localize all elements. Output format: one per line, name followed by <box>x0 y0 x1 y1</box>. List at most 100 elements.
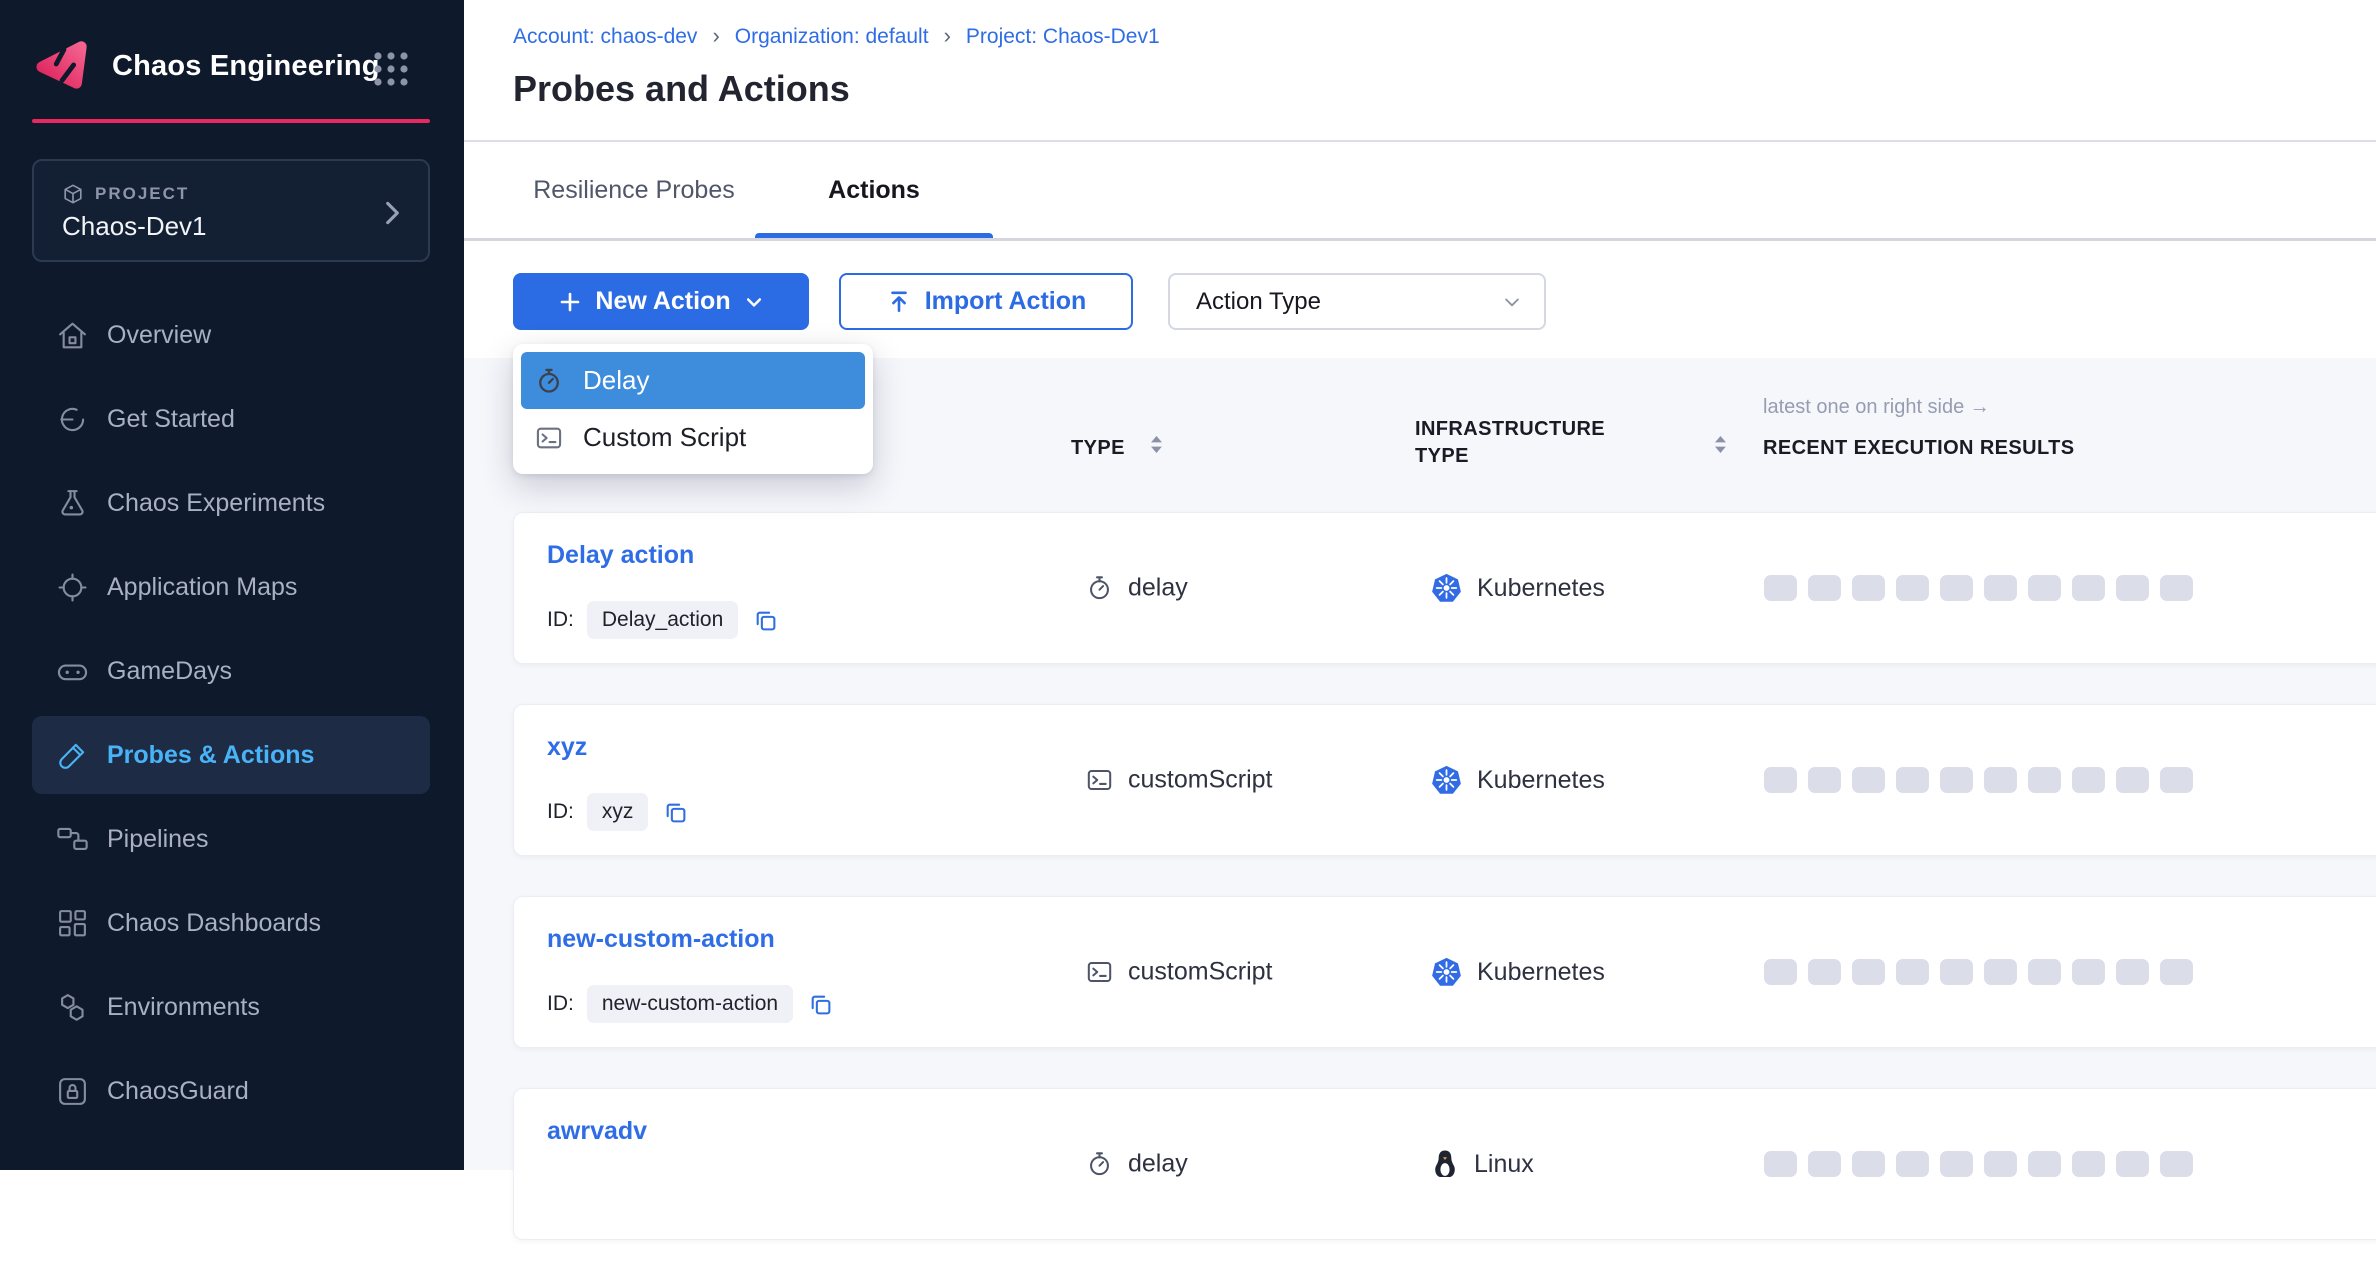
infrastructure-value: Kubernetes <box>1477 766 1605 795</box>
tab-resilience-probes[interactable]: Resilience Probes <box>513 142 755 239</box>
action-id-row: ID: Delay_action <box>547 601 778 639</box>
app-switcher-grid-icon[interactable] <box>372 50 410 88</box>
table-row: new-custom-action ID: new-custom-action … <box>513 896 2376 1048</box>
infrastructure-cell: Kubernetes <box>1431 573 1605 603</box>
execution-result-placeholder <box>1940 959 1973 985</box>
breadcrumb-project-link[interactable]: Project: Chaos-Dev1 <box>966 25 1160 49</box>
sidebar-item-label: Probes & Actions <box>107 741 314 770</box>
execution-result-placeholder <box>1852 767 1885 793</box>
tab-actions[interactable]: Actions <box>755 142 993 239</box>
action-id-value: xyz <box>587 793 649 831</box>
execution-result-placeholder <box>1808 767 1841 793</box>
stopwatch-icon <box>1086 1151 1113 1178</box>
hexagons-icon <box>56 991 89 1024</box>
infrastructure-value: Kubernetes <box>1477 574 1605 603</box>
kubernetes-icon <box>1431 765 1462 795</box>
id-label: ID: <box>547 992 574 1016</box>
execution-result-placeholder <box>1808 1151 1841 1177</box>
breadcrumb-organization-link[interactable]: Organization: default <box>735 25 929 49</box>
sidebar-item-chaosguard[interactable]: ChaosGuard <box>32 1052 430 1130</box>
execution-result-placeholder <box>2116 1151 2149 1177</box>
sidebar-item-label: ChaosGuard <box>107 1077 249 1106</box>
target-icon <box>56 571 89 604</box>
execution-result-placeholder <box>2028 767 2061 793</box>
action-name-link[interactable]: new-custom-action <box>547 925 775 954</box>
type-value: customScript <box>1128 958 1272 987</box>
copy-icon[interactable] <box>753 608 778 633</box>
sidebar: Chaos Engineering PROJECT Chaos-Dev1 Ove… <box>0 0 464 1170</box>
action-id-row: ID: new-custom-action <box>547 985 833 1023</box>
execution-result-placeholder <box>1940 1151 1973 1177</box>
execution-result-placeholder <box>2160 575 2193 601</box>
table-row: Delay action ID: Delay_action delay <box>513 512 2376 664</box>
project-selector[interactable]: PROJECT Chaos-Dev1 <box>32 159 430 262</box>
chaos-engineering-logo-icon[interactable] <box>34 34 92 94</box>
type-cell: delay <box>1086 574 1188 603</box>
pipeline-icon <box>56 823 89 856</box>
main-content: Account: chaos-dev › Organization: defau… <box>464 0 2376 1170</box>
stopwatch-icon <box>535 367 563 395</box>
stopwatch-icon <box>1086 575 1113 602</box>
execution-result-placeholder <box>2160 767 2193 793</box>
sidebar-item-label: Pipelines <box>107 825 208 854</box>
infrastructure-value: Linux <box>1474 1150 1534 1179</box>
execution-result-placeholder <box>1940 767 1973 793</box>
sidebar-item-label: Overview <box>107 321 211 350</box>
execution-result-placeholder <box>1764 959 1797 985</box>
sidebar-item-label: Chaos Experiments <box>107 489 325 518</box>
recent-execution-results <box>1764 959 2193 985</box>
execution-result-placeholder <box>2072 575 2105 601</box>
sidebar-item-probes-and-actions[interactable]: Probes & Actions <box>32 716 430 794</box>
sidebar-item-environments[interactable]: Environments <box>32 968 430 1046</box>
breadcrumb-separator: › <box>712 23 719 49</box>
cube-icon <box>62 183 84 205</box>
type-cell: customScript <box>1086 958 1272 987</box>
project-name: Chaos-Dev1 <box>62 211 207 242</box>
type-value: delay <box>1128 574 1188 603</box>
import-action-label: Import Action <box>925 287 1087 316</box>
execution-result-placeholder <box>1764 575 1797 601</box>
action-name-link[interactable]: awrvadv <box>547 1117 647 1146</box>
execution-result-placeholder <box>1984 575 2017 601</box>
execution-result-placeholder <box>1764 1151 1797 1177</box>
gamepad-icon <box>56 655 89 688</box>
copy-icon[interactable] <box>808 992 833 1017</box>
execution-result-placeholder <box>2072 767 2105 793</box>
tab-bar: Resilience Probes Actions <box>513 142 993 239</box>
kubernetes-icon <box>1431 573 1462 603</box>
sidebar-item-gamedays[interactable]: GameDays <box>32 632 430 710</box>
type-value: delay <box>1128 1150 1188 1179</box>
action-name-link[interactable]: xyz <box>547 733 587 762</box>
sidebar-item-application-maps[interactable]: Application Maps <box>32 548 430 626</box>
breadcrumb: Account: chaos-dev › Organization: defau… <box>513 25 1160 49</box>
sort-icon[interactable] <box>1149 435 1164 454</box>
get-started-icon <box>56 403 89 436</box>
sidebar-item-get-started[interactable]: Get Started <box>32 380 430 458</box>
sidebar-item-chaos-experiments[interactable]: Chaos Experiments <box>32 464 430 542</box>
column-header-type: TYPE <box>1071 437 1125 460</box>
column-header-recent-execution-results: RECENT EXECUTION RESULTS <box>1763 437 2074 460</box>
execution-result-placeholder <box>2028 1151 2061 1177</box>
linux-icon <box>1431 1149 1459 1179</box>
execution-result-placeholder <box>1852 959 1885 985</box>
execution-result-placeholder <box>1764 767 1797 793</box>
action-name-link[interactable]: Delay action <box>547 541 694 570</box>
action-type-select[interactable]: Action Type <box>1168 273 1546 330</box>
column-header-infrastructure-type: INFRASTRUCTURE TYPE <box>1415 416 1605 470</box>
copy-icon[interactable] <box>663 800 688 825</box>
infrastructure-cell: Kubernetes <box>1431 957 1605 987</box>
menu-item-custom-script[interactable]: Custom Script <box>521 409 865 466</box>
terminal-icon <box>535 424 563 452</box>
sidebar-item-overview[interactable]: Overview <box>32 296 430 374</box>
breadcrumb-account-link[interactable]: Account: chaos-dev <box>513 25 697 49</box>
menu-item-delay[interactable]: Delay <box>521 352 865 409</box>
flask-icon <box>56 487 89 520</box>
execution-result-placeholder <box>1852 1151 1885 1177</box>
execution-result-placeholder <box>2072 1151 2105 1177</box>
sidebar-item-chaos-dashboards[interactable]: Chaos Dashboards <box>32 884 430 962</box>
tab-divider <box>464 238 2376 241</box>
sidebar-item-pipelines[interactable]: Pipelines <box>32 800 430 878</box>
import-action-button[interactable]: Import Action <box>839 273 1133 330</box>
sort-icon[interactable] <box>1713 435 1728 454</box>
new-action-button[interactable]: New Action <box>513 273 809 330</box>
